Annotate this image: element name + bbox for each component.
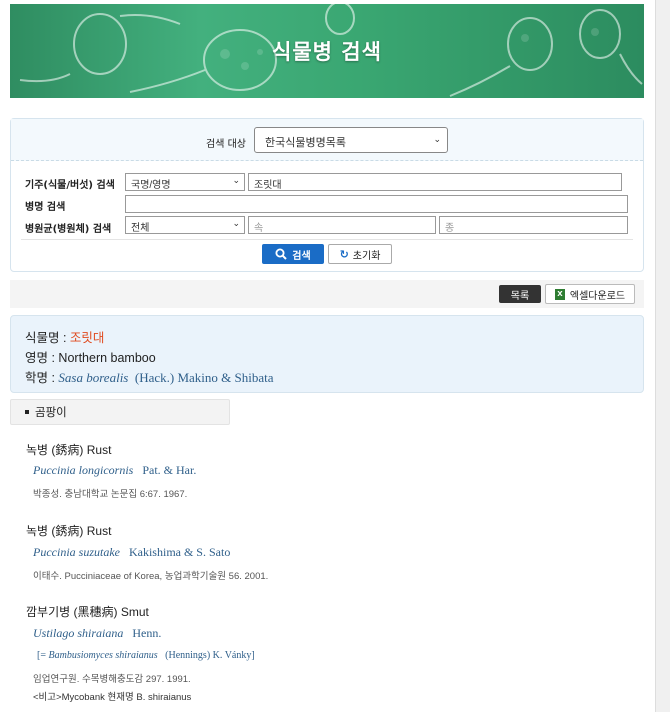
host-type-select[interactable]: 국명/영명 ⌄ <box>125 173 245 191</box>
chevron-down-icon: ⌄ <box>232 218 240 228</box>
entry-reference: 임업연구원. 수목병해충도감 297. 1991. <box>33 674 191 685</box>
page-scrollbar[interactable] <box>655 0 670 712</box>
plant-english-row: 영명 : Northern bamboo <box>25 347 156 366</box>
pathogen-name[interactable]: Ustilago shiraiana Henn. <box>33 626 161 641</box>
search-button[interactable]: 검색 <box>262 244 324 264</box>
disease-entry-title: 녹병 (銹病) Rust <box>26 443 112 457</box>
disease-entry-title: 깜부기병 (黑穗病) Smut <box>26 605 149 619</box>
host-search-label: 기주(식물/버섯) 검색 <box>25 180 115 191</box>
search-button-label: 검색 <box>292 250 311 262</box>
host-search-input[interactable]: 조릿대 <box>248 173 622 191</box>
excel-download-label: 엑셀다운로드 <box>569 290 626 302</box>
plant-scientific-row: 학명 : Sasa borealis (Hack.) Makino & Shib… <box>25 367 274 386</box>
entry-note: <비고>Mycobank 현재명 B. shiraianus <box>33 692 192 703</box>
host-type-value: 국명/영명 <box>131 180 171 191</box>
reset-button[interactable]: ↻ 초기화 <box>328 244 392 264</box>
pathogen-type-value: 전체 <box>131 223 150 234</box>
pathogen-type-select[interactable]: 전체 ⌄ <box>125 216 245 234</box>
pathogen-name[interactable]: Puccinia suzutake Kakishima & S. Sato <box>33 545 230 560</box>
chevron-down-icon: ⌄ <box>232 175 240 185</box>
chevron-down-icon: ⌄ <box>433 134 441 144</box>
synonym-bracket: [= <box>37 650 49 661</box>
pathogen-species: Puccinia suzutake <box>33 545 120 559</box>
genus-input[interactable]: 속 <box>248 216 436 234</box>
pathogen-name[interactable]: Puccinia longicornis Pat. & Har. <box>33 463 196 478</box>
disease-entry-title: 녹병 (銹病) Rust <box>26 524 112 538</box>
category-label: 곰팡이 <box>35 405 67 419</box>
search-target-select[interactable]: 한국식물병명목록 ⌄ <box>254 127 448 153</box>
search-icon <box>275 248 288 260</box>
results-toolbar: 목록 X 엑셀다운로드 <box>10 280 644 308</box>
divider <box>21 239 633 240</box>
pathogen-search-label: 병원균(병원체) 검색 <box>25 224 112 235</box>
plant-scientific-label: 학명 : <box>25 371 59 385</box>
bullet-icon <box>25 410 29 414</box>
entry-reference: 박종성. 충남대학교 논문집 6:67. 1967. <box>33 489 188 500</box>
disease-search-label: 병명 검색 <box>25 202 66 213</box>
pathogen-synonym: [= Bambusiomyces shiraianus (Hennings) K… <box>37 650 255 661</box>
page-title: 식물병 검색 <box>272 40 382 64</box>
page-banner: 식물병 검색 <box>10 4 644 98</box>
plant-scientific-name: Sasa borealis <box>58 370 129 385</box>
excel-icon: X <box>554 288 565 300</box>
synonym-author: (Hennings) K. Vánky] <box>165 650 255 661</box>
list-button[interactable]: 목록 <box>499 285 541 303</box>
search-target-label: 검색 대상 <box>206 139 246 150</box>
synonym-species: Bambusiomyces shiraianus <box>48 650 158 661</box>
search-target-row: 검색 대상 한국식물병명목록 ⌄ <box>11 119 643 161</box>
pathogen-species: Puccinia longicornis <box>33 463 134 477</box>
reset-button-label: 초기화 <box>352 250 381 262</box>
pathogen-species: Ustilago shiraiana <box>33 626 124 640</box>
species-input[interactable]: 종 <box>439 216 628 234</box>
plant-name: 조릿대 <box>69 331 105 345</box>
refresh-icon: ↻ <box>339 247 349 261</box>
disease-search-input[interactable] <box>125 195 628 213</box>
excel-download-button[interactable]: X 엑셀다운로드 <box>545 284 635 304</box>
pathogen-author: Henn. <box>132 626 162 640</box>
search-panel: 검색 대상 한국식물병명목록 ⌄ 기주(식물/버섯) 검색 국명/영명 ⌄ 조릿… <box>10 118 644 272</box>
category-fungi-header: 곰팡이 <box>10 399 230 425</box>
plant-scientific-author: (Hack.) Makino & Shibata <box>134 370 274 385</box>
pathogen-author: Kakishima & S. Sato <box>128 545 231 559</box>
plant-info-box: 식물명 : 조릿대 영명 : Northern bamboo 학명 : Sasa… <box>10 315 644 393</box>
plant-english-label: 영명 : <box>25 351 59 365</box>
plant-name-row: 식물명 : 조릿대 <box>25 327 104 346</box>
pathogen-author: Pat. & Har. <box>142 463 197 477</box>
plant-english-name: Northern bamboo <box>58 351 156 365</box>
plant-name-label: 식물명 : <box>25 331 70 345</box>
entry-reference: 이태수. Pucciniaceae of Korea, 농업과학기술원 56. … <box>33 571 269 582</box>
search-target-value: 한국식물병명목록 <box>265 137 346 149</box>
